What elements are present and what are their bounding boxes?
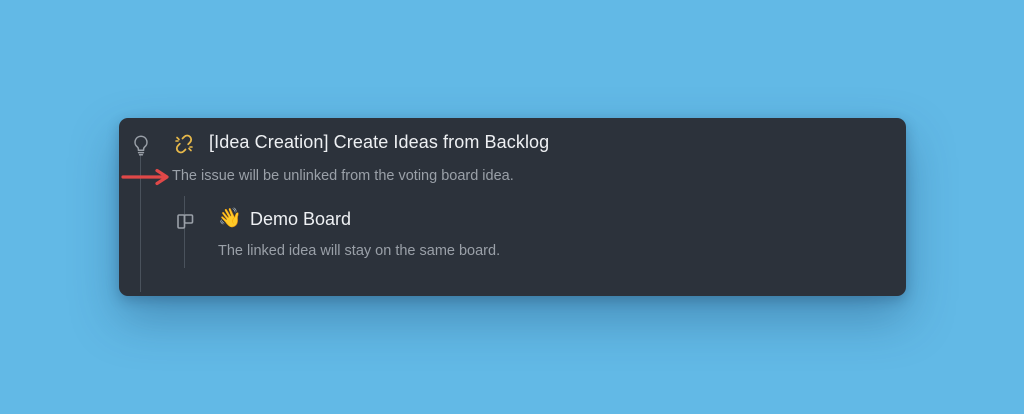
board-icon [177, 214, 194, 229]
unlink-preview-card: [Idea Creation] Create Ideas from Backlo… [119, 118, 906, 296]
nested-thread-line [184, 196, 185, 268]
page-background: [Idea Creation] Create Ideas from Backlo… [0, 0, 1024, 414]
waving-hand-emoji: 👋 [218, 208, 242, 229]
board-description: The linked idea will stay on the same bo… [218, 243, 501, 259]
unlink-icon [175, 134, 193, 154]
issue-title[interactable]: [Idea Creation] Create Ideas from Backlo… [209, 132, 549, 153]
issue-description: The issue will be unlinked from the voti… [172, 168, 514, 184]
annotation-arrow-icon [121, 168, 169, 186]
board-name[interactable]: Demo Board [250, 209, 351, 230]
lightbulb-icon [134, 135, 148, 156]
